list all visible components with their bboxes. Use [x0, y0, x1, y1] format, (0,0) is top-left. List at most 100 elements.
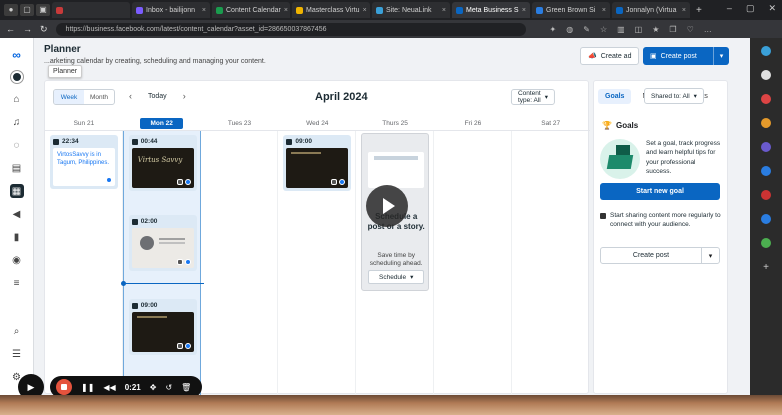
panel-create-post-button[interactable]: Create post ▾	[600, 247, 720, 264]
tab-goals[interactable]: Goals	[598, 89, 632, 104]
day-column-sat[interactable]	[512, 131, 590, 395]
sidebar-app-icon[interactable]	[761, 46, 771, 56]
collections-icon[interactable]: ▥	[617, 25, 625, 34]
close-icon[interactable]: ×	[202, 7, 206, 14]
ads-icon[interactable]: ◀	[10, 207, 24, 221]
split-screen-icon[interactable]: ◫	[635, 25, 643, 34]
close-icon[interactable]: ×	[602, 7, 606, 14]
restart-icon[interactable]: ↺	[165, 383, 172, 392]
new-tab-icon[interactable]: +	[696, 5, 702, 16]
menu-icon[interactable]: …	[704, 25, 712, 34]
scheduled-post[interactable]: 09:00	[128, 299, 197, 355]
collections-icon[interactable]: ❐	[669, 25, 676, 34]
browser-toolbar-icons: ✦ ◍ ✎ ☆ ▥ ◫ ★ ❐ ♡ …	[550, 25, 712, 34]
chevron-left-icon[interactable]: ‹	[129, 91, 132, 101]
tab-3[interactable]: Content Calendar ×	[212, 2, 290, 18]
tab-5[interactable]: Site: NeuaLink ×	[372, 2, 450, 18]
profile-icon[interactable]: ●	[4, 4, 18, 16]
sidebar-app-icon[interactable]	[761, 94, 771, 104]
all-tools-icon[interactable]: ≡	[10, 276, 24, 290]
tab-7[interactable]: Green Brown Si ×	[532, 2, 610, 18]
meta-logo-icon[interactable]: ∞	[10, 48, 24, 62]
extension-icon[interactable]: ◍	[566, 25, 573, 34]
home-icon[interactable]: ⌂	[10, 92, 24, 106]
delete-icon[interactable]: 🗑	[181, 383, 191, 392]
create-post-button[interactable]: ▣ Create post ▾	[643, 47, 729, 65]
notifications-icon[interactable]: ♫	[10, 115, 24, 129]
shared-to-filter[interactable]: Shared to: All ▾	[644, 88, 704, 104]
extension-icon[interactable]: ♡	[687, 25, 694, 34]
view-month-button[interactable]: Month	[84, 90, 114, 104]
tab-actions-icon[interactable]: ▣	[36, 4, 50, 16]
tab-favicon	[216, 6, 223, 14]
play-icon[interactable]	[366, 185, 408, 227]
tab-2[interactable]: Inbox - bailijonn ×	[132, 2, 210, 18]
close-window-icon[interactable]: ✕	[768, 3, 776, 14]
forward-icon[interactable]: →	[23, 24, 32, 34]
start-goal-button[interactable]: Start new goal	[600, 183, 720, 200]
back-icon[interactable]: ←	[6, 24, 15, 34]
day-column-fri[interactable]	[434, 131, 512, 395]
view-week-button[interactable]: Week	[54, 90, 84, 104]
tab-8[interactable]: Jonnalyn (Virtua ×	[612, 2, 690, 18]
minimize-icon[interactable]: –	[727, 3, 732, 14]
instagram-icon	[176, 343, 183, 349]
pause-icon[interactable]: ❚❚	[81, 383, 94, 392]
reload-icon[interactable]: ↻	[40, 24, 48, 35]
chevron-right-icon[interactable]: ›	[183, 91, 186, 101]
close-icon[interactable]: ×	[682, 7, 686, 14]
favorites-bar-icon[interactable]: ★	[652, 25, 659, 34]
create-ad-button[interactable]: 📣 Create ad	[580, 47, 640, 65]
day-column-wed[interactable]: 09:00	[278, 131, 357, 395]
day-column-mon[interactable]: 00:44 Virtus Savvy 02:00 09:00	[120, 131, 204, 395]
workspaces-icon[interactable]: ▢	[20, 4, 34, 16]
current-time-dot	[120, 281, 126, 286]
scheduled-post[interactable]: 00:44 Virtus Savvy	[128, 135, 197, 191]
insights-icon[interactable]: ▮	[10, 230, 24, 244]
content-type-filter[interactable]: Content type: All ▾	[510, 89, 555, 105]
day-column-thu[interactable]: Schedule a post or a story. Save time by…	[356, 131, 434, 395]
close-icon[interactable]: ×	[284, 7, 288, 14]
create-post-main[interactable]: ▣ Create post	[643, 52, 713, 61]
sidebar-app-icon[interactable]	[761, 118, 771, 128]
scheduled-post[interactable]: 02:00	[128, 215, 197, 271]
search-icon[interactable]: ⌕	[10, 324, 24, 338]
url-field[interactable]: https://business.facebook.com/latest/con…	[55, 22, 526, 36]
stop-record-button[interactable]	[56, 379, 72, 395]
add-icon[interactable]: +	[763, 262, 769, 273]
sidebar-app-icon[interactable]	[761, 238, 771, 248]
move-icon[interactable]: ✥	[150, 383, 157, 392]
sidebar-app-icon[interactable]	[761, 142, 771, 152]
avatar[interactable]	[10, 71, 23, 83]
sidebar-app-icon[interactable]	[761, 166, 771, 176]
list-icon[interactable]: ☰	[10, 347, 24, 361]
tab-6-active[interactable]: Meta Business S ×	[452, 2, 530, 18]
planner-icon[interactable]: ▦	[9, 184, 24, 198]
today-button[interactable]: Today	[148, 93, 167, 100]
maximize-icon[interactable]: ▢	[746, 3, 755, 14]
chevron-down-icon[interactable]: ▾	[701, 248, 719, 263]
scheduled-post[interactable]: 22:34 VirtosSavvy is in Tagum, Philippin…	[50, 135, 118, 189]
monetization-icon[interactable]: ◉	[10, 253, 24, 267]
extension-icon[interactable]: ✎	[583, 25, 590, 34]
inbox-icon[interactable]: ◌	[10, 138, 24, 152]
day-column-sun[interactable]: 22:34 VirtosSavvy is in Tagum, Philippin…	[45, 131, 123, 395]
close-icon[interactable]: ×	[442, 7, 446, 14]
close-icon[interactable]: ×	[522, 7, 526, 14]
sidebar-app-icon[interactable]	[761, 70, 771, 80]
chevron-down-icon[interactable]: ▾	[713, 47, 729, 65]
schedule-button[interactable]: Schedule ▾	[368, 270, 425, 284]
favorites-icon[interactable]: ☆	[600, 25, 607, 34]
tab-1[interactable]	[52, 2, 130, 18]
extension-icon[interactable]: ✦	[550, 25, 557, 34]
close-icon[interactable]: ×	[363, 7, 367, 14]
day-column-tue[interactable]	[201, 131, 279, 395]
sidebar-app-icon[interactable]	[761, 214, 771, 224]
facebook-icon	[184, 179, 191, 185]
content-icon[interactable]: ▤	[10, 161, 24, 175]
create-post-label[interactable]: Create post	[601, 248, 701, 263]
scheduled-post[interactable]: 09:00	[283, 135, 352, 191]
sidebar-app-icon[interactable]	[761, 190, 771, 200]
rewind-icon[interactable]: ◀◀	[103, 383, 115, 392]
tab-4[interactable]: Masterclass Virtu ×	[292, 2, 370, 18]
